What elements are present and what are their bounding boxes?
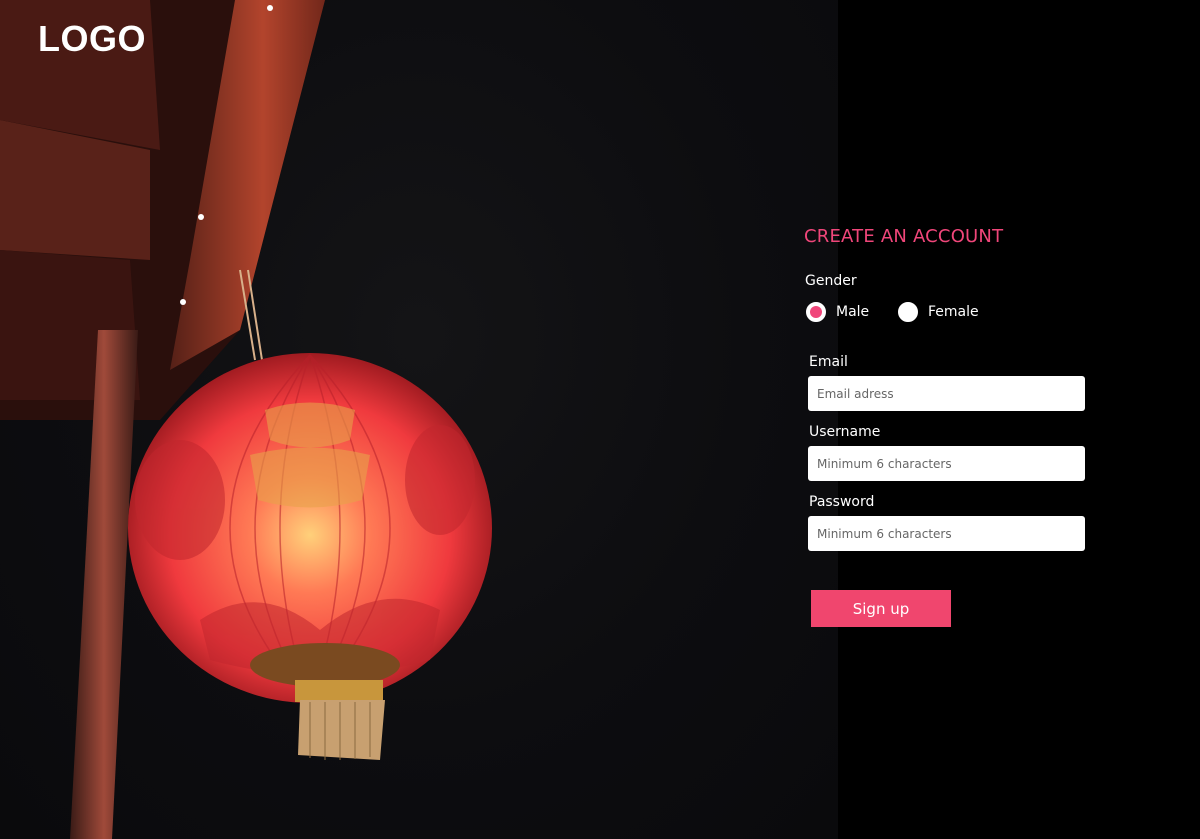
form-title: CREATE AN ACCOUNT: [804, 226, 1004, 247]
signup-panel: [838, 0, 1200, 839]
logo[interactable]: LOGO: [38, 18, 146, 60]
gender-option-label: Female: [928, 304, 979, 320]
gender-option-female[interactable]: Female: [898, 302, 979, 322]
password-label: Password: [809, 494, 875, 510]
radio-dot: [810, 306, 822, 318]
email-input[interactable]: [808, 376, 1085, 411]
username-label: Username: [809, 424, 881, 440]
gender-label: Gender: [805, 273, 857, 289]
email-label: Email: [809, 354, 848, 370]
username-input[interactable]: [808, 446, 1085, 481]
signup-button[interactable]: Sign up: [811, 590, 951, 627]
hero-image: [0, 0, 838, 839]
radio-unselected[interactable]: [898, 302, 918, 322]
gender-option-male[interactable]: Male: [806, 302, 869, 322]
radio-selected[interactable]: [806, 302, 826, 322]
lantern-illustration: [0, 0, 492, 839]
gender-option-label: Male: [836, 304, 870, 320]
password-input[interactable]: [808, 516, 1085, 551]
